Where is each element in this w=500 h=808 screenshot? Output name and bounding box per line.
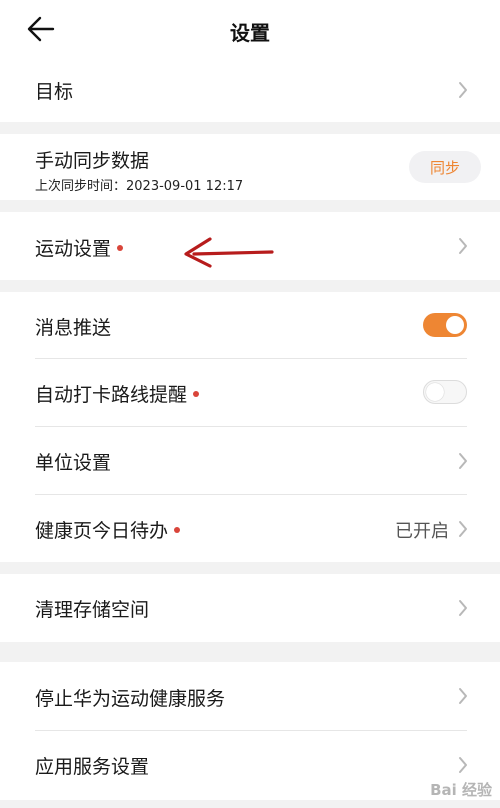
section-services: 停止华为运动健康服务 应用服务设置	[0, 662, 500, 800]
toggle-knob	[426, 383, 444, 401]
push-notifications-row: 消息推送	[0, 292, 500, 358]
toggle-knob	[446, 316, 464, 334]
section-goal: 目标	[0, 58, 500, 122]
auto-checkin-reminder-label: 自动打卡路线提醒	[35, 380, 200, 407]
unit-settings-label: 单位设置	[35, 452, 112, 474]
chevron-right-icon	[459, 688, 467, 704]
header: 设置	[0, 0, 500, 58]
manual-sync-row: 手动同步数据 上次同步时间：2023-09-01 12:17 同步	[0, 134, 500, 200]
chevron-right-icon	[459, 600, 467, 616]
auto-checkin-reminder-toggle[interactable]	[423, 380, 467, 404]
health-todo-row[interactable]: 健康页今日待办 已开启	[0, 495, 500, 562]
clear-storage-label: 清理存储空间	[35, 599, 150, 621]
page-title: 设置	[230, 21, 270, 45]
section-manual-sync: 手动同步数据 上次同步时间：2023-09-01 12:17 同步	[0, 134, 500, 200]
exercise-settings-label: 运动设置	[35, 234, 124, 261]
unit-settings-row[interactable]: 单位设置	[0, 427, 500, 494]
chevron-right-icon	[459, 453, 467, 469]
chevron-right-icon	[459, 238, 467, 254]
push-notifications-toggle[interactable]	[423, 313, 467, 337]
goal-label: 目标	[35, 81, 74, 103]
sync-button[interactable]: 同步	[409, 151, 481, 183]
push-notifications-label: 消息推送	[35, 317, 112, 339]
chevron-right-icon	[459, 521, 467, 537]
health-todo-value: 已开启	[395, 521, 449, 542]
section-preferences: 消息推送 自动打卡路线提醒 单位设置 健康页今日待办 已开启	[0, 292, 500, 562]
section-storage: 清理存储空间	[0, 574, 500, 642]
last-sync-time: 上次同步时间：2023-09-01 12:17	[35, 179, 244, 194]
stop-service-label: 停止华为运动健康服务	[35, 688, 226, 710]
app-service-settings-row[interactable]: 应用服务设置	[0, 731, 500, 800]
clear-storage-row[interactable]: 清理存储空间	[0, 574, 500, 642]
settings-page: 设置 目标 手动同步数据 上次同步时间：2023-09-01 12:17 同步 …	[0, 0, 500, 808]
red-dot-badge	[174, 526, 181, 533]
stop-service-row[interactable]: 停止华为运动健康服务	[0, 662, 500, 730]
auto-checkin-reminder-row: 自动打卡路线提醒	[0, 359, 500, 426]
chevron-right-icon	[459, 82, 467, 98]
goal-row[interactable]: 目标	[0, 58, 500, 122]
health-todo-label: 健康页今日待办	[35, 516, 181, 543]
chevron-right-icon	[459, 757, 467, 773]
red-dot-badge	[193, 390, 200, 397]
app-service-settings-label: 应用服务设置	[35, 756, 150, 778]
red-dot-badge	[117, 244, 124, 251]
watermark: Bai 经验	[430, 781, 492, 799]
manual-sync-label: 手动同步数据	[35, 150, 150, 172]
annotation-arrow-icon	[184, 237, 274, 268]
